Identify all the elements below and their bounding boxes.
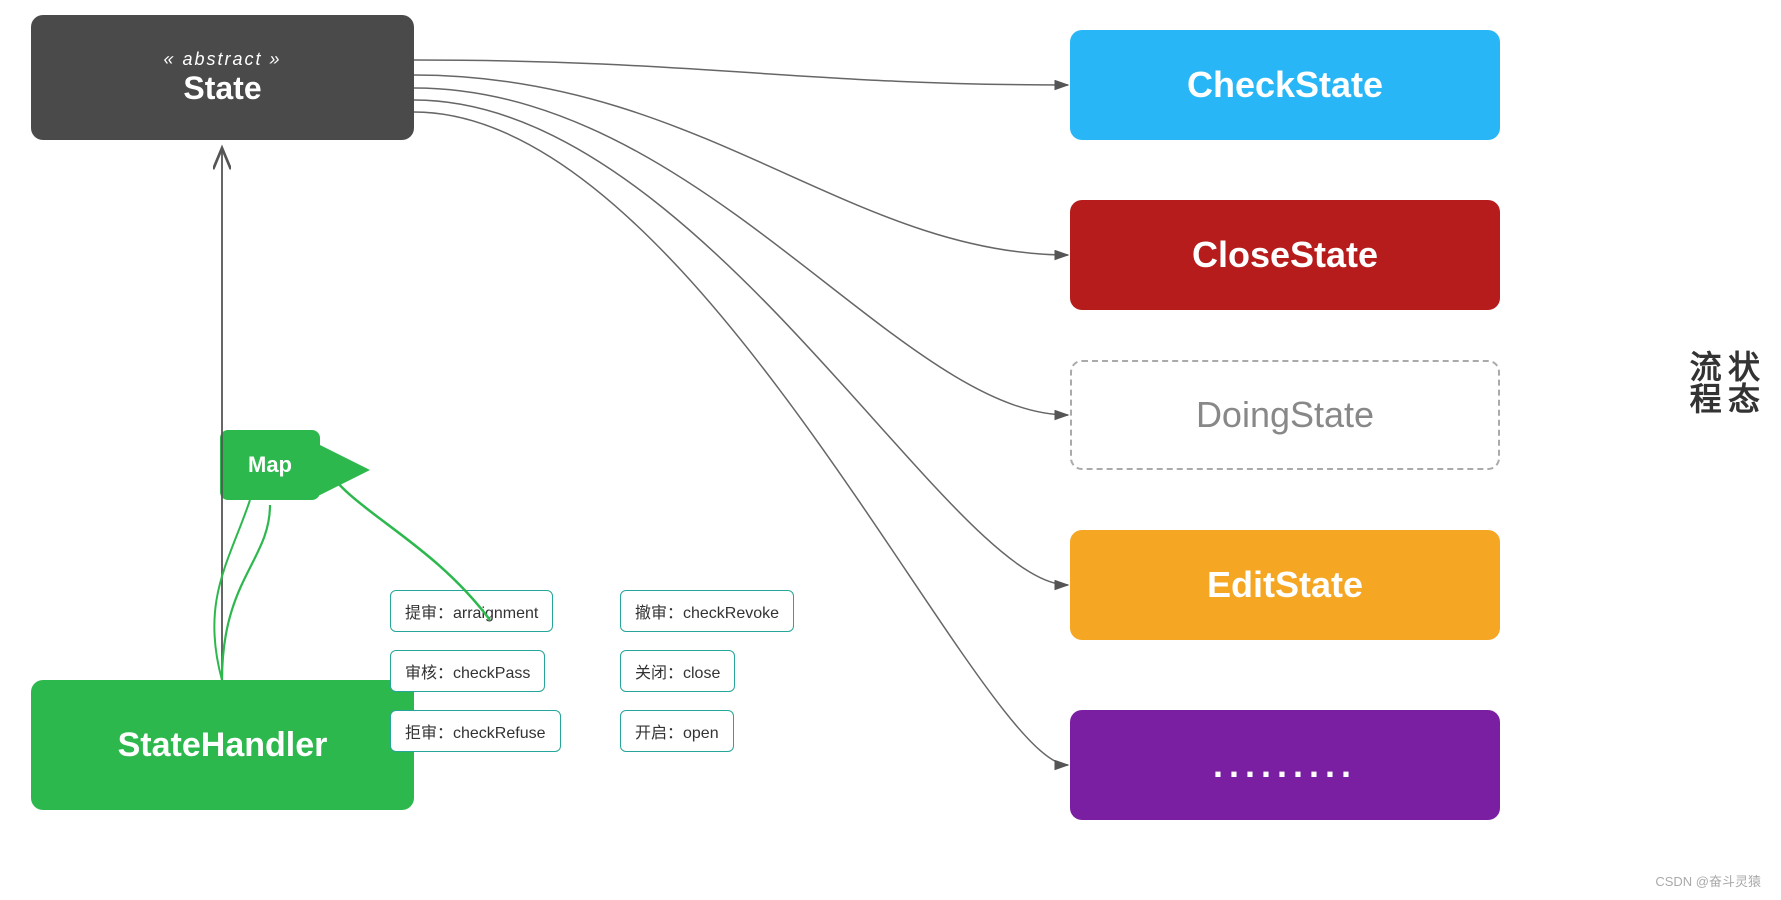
doing-state-box: DoingState	[1070, 360, 1500, 470]
method-checkpass: 审核：checkPass	[390, 650, 545, 692]
arrow-to-closestate	[414, 75, 1068, 255]
state-handler-label: StateHandler	[118, 726, 328, 765]
abstract-stereotype: « abstract »	[163, 49, 281, 70]
abstract-state-name: State	[183, 70, 261, 107]
method-checkrefuse: 拒审：checkRefuse	[390, 710, 561, 752]
method-arraignment: 提审：arraignment	[390, 590, 553, 632]
ellipsis-state-box: .........	[1070, 710, 1500, 820]
doing-state-label: DoingState	[1196, 394, 1374, 436]
check-state-box: CheckState	[1070, 30, 1500, 140]
arrow-handler-to-map-line	[222, 505, 270, 680]
map-box: Map	[220, 430, 320, 500]
ellipsis-state-label: .........	[1213, 744, 1357, 786]
side-label: 状态 流程	[1684, 350, 1761, 414]
arrow-to-editstate	[414, 100, 1068, 585]
diagram-container: « abstract » State StateHandler Map Chec…	[0, 0, 1781, 900]
arrow-handler-map-green	[214, 500, 250, 680]
map-label: Map	[248, 452, 292, 478]
abstract-state-box: « abstract » State	[31, 15, 414, 140]
arrow-to-checkstate	[414, 60, 1068, 85]
arrow-to-doingstate	[414, 88, 1068, 415]
check-state-label: CheckState	[1187, 64, 1383, 106]
close-state-label: CloseState	[1192, 234, 1378, 276]
close-state-box: CloseState	[1070, 200, 1500, 310]
method-checkrevoke: 撤审：checkRevoke	[620, 590, 794, 632]
state-handler-box: StateHandler	[31, 680, 414, 810]
method-close: 关闭：close	[620, 650, 735, 692]
method-open: 开启：open	[620, 710, 734, 752]
edit-state-box: EditState	[1070, 530, 1500, 640]
edit-state-label: EditState	[1207, 564, 1363, 606]
watermark: CSDN @奋斗灵猿	[1655, 871, 1761, 890]
